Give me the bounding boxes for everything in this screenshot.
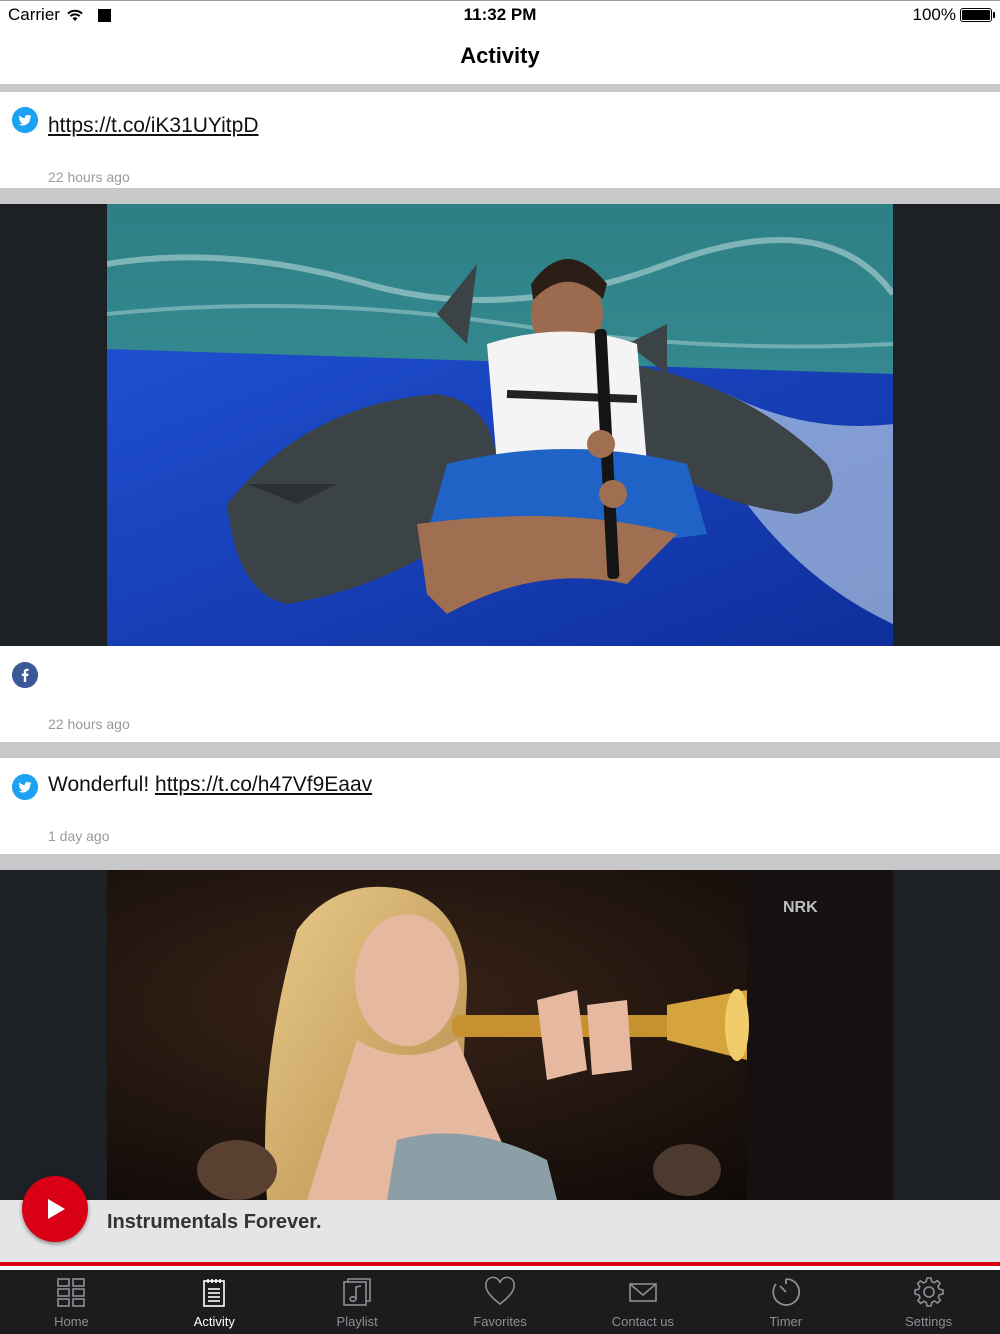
status-time: 11:32 PM [463, 5, 537, 24]
clock-icon [772, 1278, 800, 1306]
feed-item[interactable]: https://t.co/iK31UYitpD 22 hours ago [0, 92, 1000, 188]
twitter-icon [12, 107, 38, 133]
tab-label: Timer [769, 1314, 803, 1329]
post-timestamp: 22 hours ago [48, 169, 130, 185]
activity-feed[interactable]: https://t.co/iK31UYitpD 22 hours ago 22 … [0, 84, 1000, 1200]
divider [0, 854, 1000, 870]
feed-item[interactable]: 22 hours ago [0, 646, 1000, 742]
envelope-icon [629, 1283, 657, 1302]
tab-label: Settings [905, 1314, 953, 1329]
tab-label: Favorites [473, 1314, 527, 1329]
tab-label: Home [54, 1314, 89, 1329]
now-playing-bar[interactable]: Instrumentals Forever. [0, 1176, 1000, 1266]
divider [0, 188, 1000, 204]
divider [0, 742, 1000, 758]
status-bar: Carrier 11:32 PM 100% [0, 0, 1000, 30]
tab-playlist[interactable]: Playlist [286, 1270, 429, 1334]
music-note-icon [343, 1278, 371, 1306]
tab-contact[interactable]: Contact us [571, 1270, 714, 1334]
post-timestamp: 1 day ago [48, 828, 110, 844]
tab-label: Activity [193, 1314, 235, 1329]
heart-icon [485, 1276, 515, 1306]
media-container: NRK [0, 870, 1000, 1200]
twitter-icon [12, 774, 38, 800]
station-title: Instrumentals Forever. [107, 1211, 322, 1233]
trumpet-player-image[interactable]: NRK [107, 870, 893, 1200]
gear-icon [913, 1277, 944, 1307]
navigation-bar: Activity [0, 30, 1000, 84]
play-icon [48, 1199, 65, 1219]
tweet-link[interactable]: https://t.co/iK31UYitpD [48, 114, 258, 137]
video-thumbnail [107, 204, 893, 646]
tab-favorites[interactable]: Favorites [429, 1270, 572, 1334]
divider [0, 84, 1000, 92]
tab-label: Contact us [611, 1314, 674, 1329]
play-button[interactable] [22, 1176, 88, 1242]
tab-home[interactable]: Home [0, 1270, 143, 1334]
battery-icon [960, 8, 995, 22]
tab-activity[interactable]: Activity [143, 1270, 286, 1334]
post-timestamp: 22 hours ago [48, 716, 130, 732]
facebook-icon [12, 662, 38, 688]
feed-item[interactable]: Wonderful! https://t.co/h47Vf9Eaav 1 day… [0, 758, 1000, 854]
svg-text:NRK: NRK [783, 899, 818, 916]
dolphin-clarinet-image[interactable] [107, 204, 893, 646]
notepad-icon [203, 1279, 226, 1307]
media-container [0, 204, 1000, 646]
tab-settings[interactable]: Settings [857, 1270, 1000, 1334]
tab-bar: Home Activity Playlist Favorites Contact… [0, 1270, 1000, 1334]
video-thumbnail: NRK [107, 870, 893, 1200]
page-title: Activity [460, 43, 540, 68]
battery-label: 100% [912, 5, 956, 24]
grid-icon [57, 1278, 86, 1307]
tab-label: Playlist [336, 1314, 378, 1329]
tweet-link[interactable]: https://t.co/h47Vf9Eaav [155, 773, 372, 796]
tab-timer[interactable]: Timer [714, 1270, 857, 1334]
tweet-text: Wonderful! [48, 773, 150, 796]
